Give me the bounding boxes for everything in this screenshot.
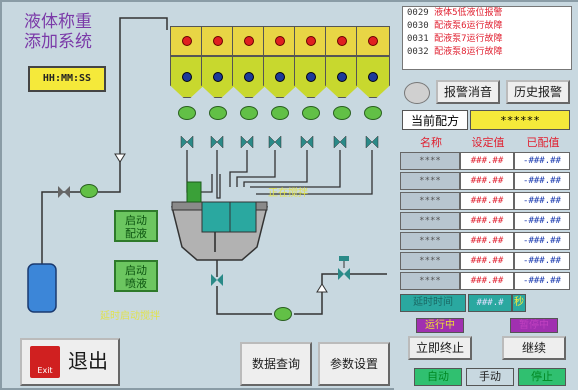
pump-icon[interactable] [240,106,258,120]
recipe-value[interactable]: ****** [470,110,570,130]
table-row: **** ###.## -###.## [400,252,572,270]
pump-icon[interactable] [271,106,289,120]
alarm-silence-button[interactable]: 报警消音 [436,80,500,104]
alarm-item: 0029 液体5低液位报警 [407,8,503,18]
continue-button[interactable]: 继续 [502,336,566,360]
exit-button[interactable]: Exit 退出 [20,338,120,386]
alarm-history-button[interactable]: 历史报警 [506,80,570,104]
pump-icon[interactable] [178,106,196,120]
param-setting-button[interactable]: 参数设置 [318,342,390,386]
pump-icon[interactable] [302,106,320,120]
table-row: **** ###.## -###.## [400,172,572,190]
col-header-name: 名称 [420,136,442,149]
high-level-indicator [244,36,254,46]
table-row: **** ###.## -###.## [400,152,572,170]
start-dispense-button[interactable]: 启动 配液 [114,210,158,242]
alarm-item: 0031 配液泵7运行故障 [407,34,503,44]
hmi-screen: 液体称重 添加系统 HH:MM:SS 正在搅拌 延时启动搅拌 启动 配液 启动 … [0,0,578,390]
delay-time-value[interactable]: ###.# [468,294,512,312]
delay-time-unit: 秒 [512,294,526,312]
feed-pump-icon[interactable] [80,184,98,198]
mixing-status: 正在搅拌 [268,188,308,199]
high-level-indicator [306,36,316,46]
speaker-icon [404,82,430,104]
high-level-indicator [368,36,378,46]
running-indicator: 运行中 [416,318,464,333]
table-row: **** ###.## -###.## [400,232,572,250]
col-header-set: 设定值 [471,136,505,149]
table-row: **** ###.## -###.## [400,272,572,290]
tank-array [170,26,392,150]
alarm-item: 0032 配液泵8运行故障 [407,47,503,57]
low-level-indicator [306,72,316,82]
outlet-pump-icon[interactable] [274,307,292,321]
alarm-item: 0030 配液泵6运行故障 [407,21,503,31]
low-level-indicator [244,72,254,82]
table-row: **** ###.## -###.## [400,192,572,210]
manual-mode-button[interactable]: 手动 [466,368,514,386]
col-header-done: 已配值 [526,136,560,149]
pump-icon[interactable] [209,106,227,120]
stop-now-button[interactable]: 立即终止 [408,336,472,360]
start-spray-button[interactable]: 启动 喷液 [114,260,158,292]
halt-button[interactable]: 停止 [518,368,566,386]
low-level-indicator [368,72,378,82]
low-level-indicator [337,72,347,82]
paused-indicator: 暂停中 [510,318,558,333]
data-query-button[interactable]: 数据查询 [240,342,312,386]
auto-mode-button[interactable]: 自动 [414,368,462,386]
high-level-indicator [182,36,192,46]
pump-icon[interactable] [364,106,382,120]
exit-icon: Exit [30,346,60,378]
table-row: **** ###.## -###.## [400,212,572,230]
high-level-indicator [213,36,223,46]
high-level-indicator [275,36,285,46]
recipe-label: 当前配方 [402,110,468,130]
low-level-indicator [275,72,285,82]
low-level-indicator [213,72,223,82]
delay-time-label: 延时时间 [400,294,466,312]
alarm-list: 0029 液体5低液位报警 0030 配液泵6运行故障 0031 配液泵7运行故… [402,6,572,70]
delay-mixing-status: 延时启动搅拌 [100,311,160,322]
low-level-indicator [182,72,192,82]
recipe-table: **** ###.## -###.## **** ###.## -###.## … [400,152,572,292]
high-level-indicator [337,36,347,46]
pump-icon[interactable] [333,106,351,120]
